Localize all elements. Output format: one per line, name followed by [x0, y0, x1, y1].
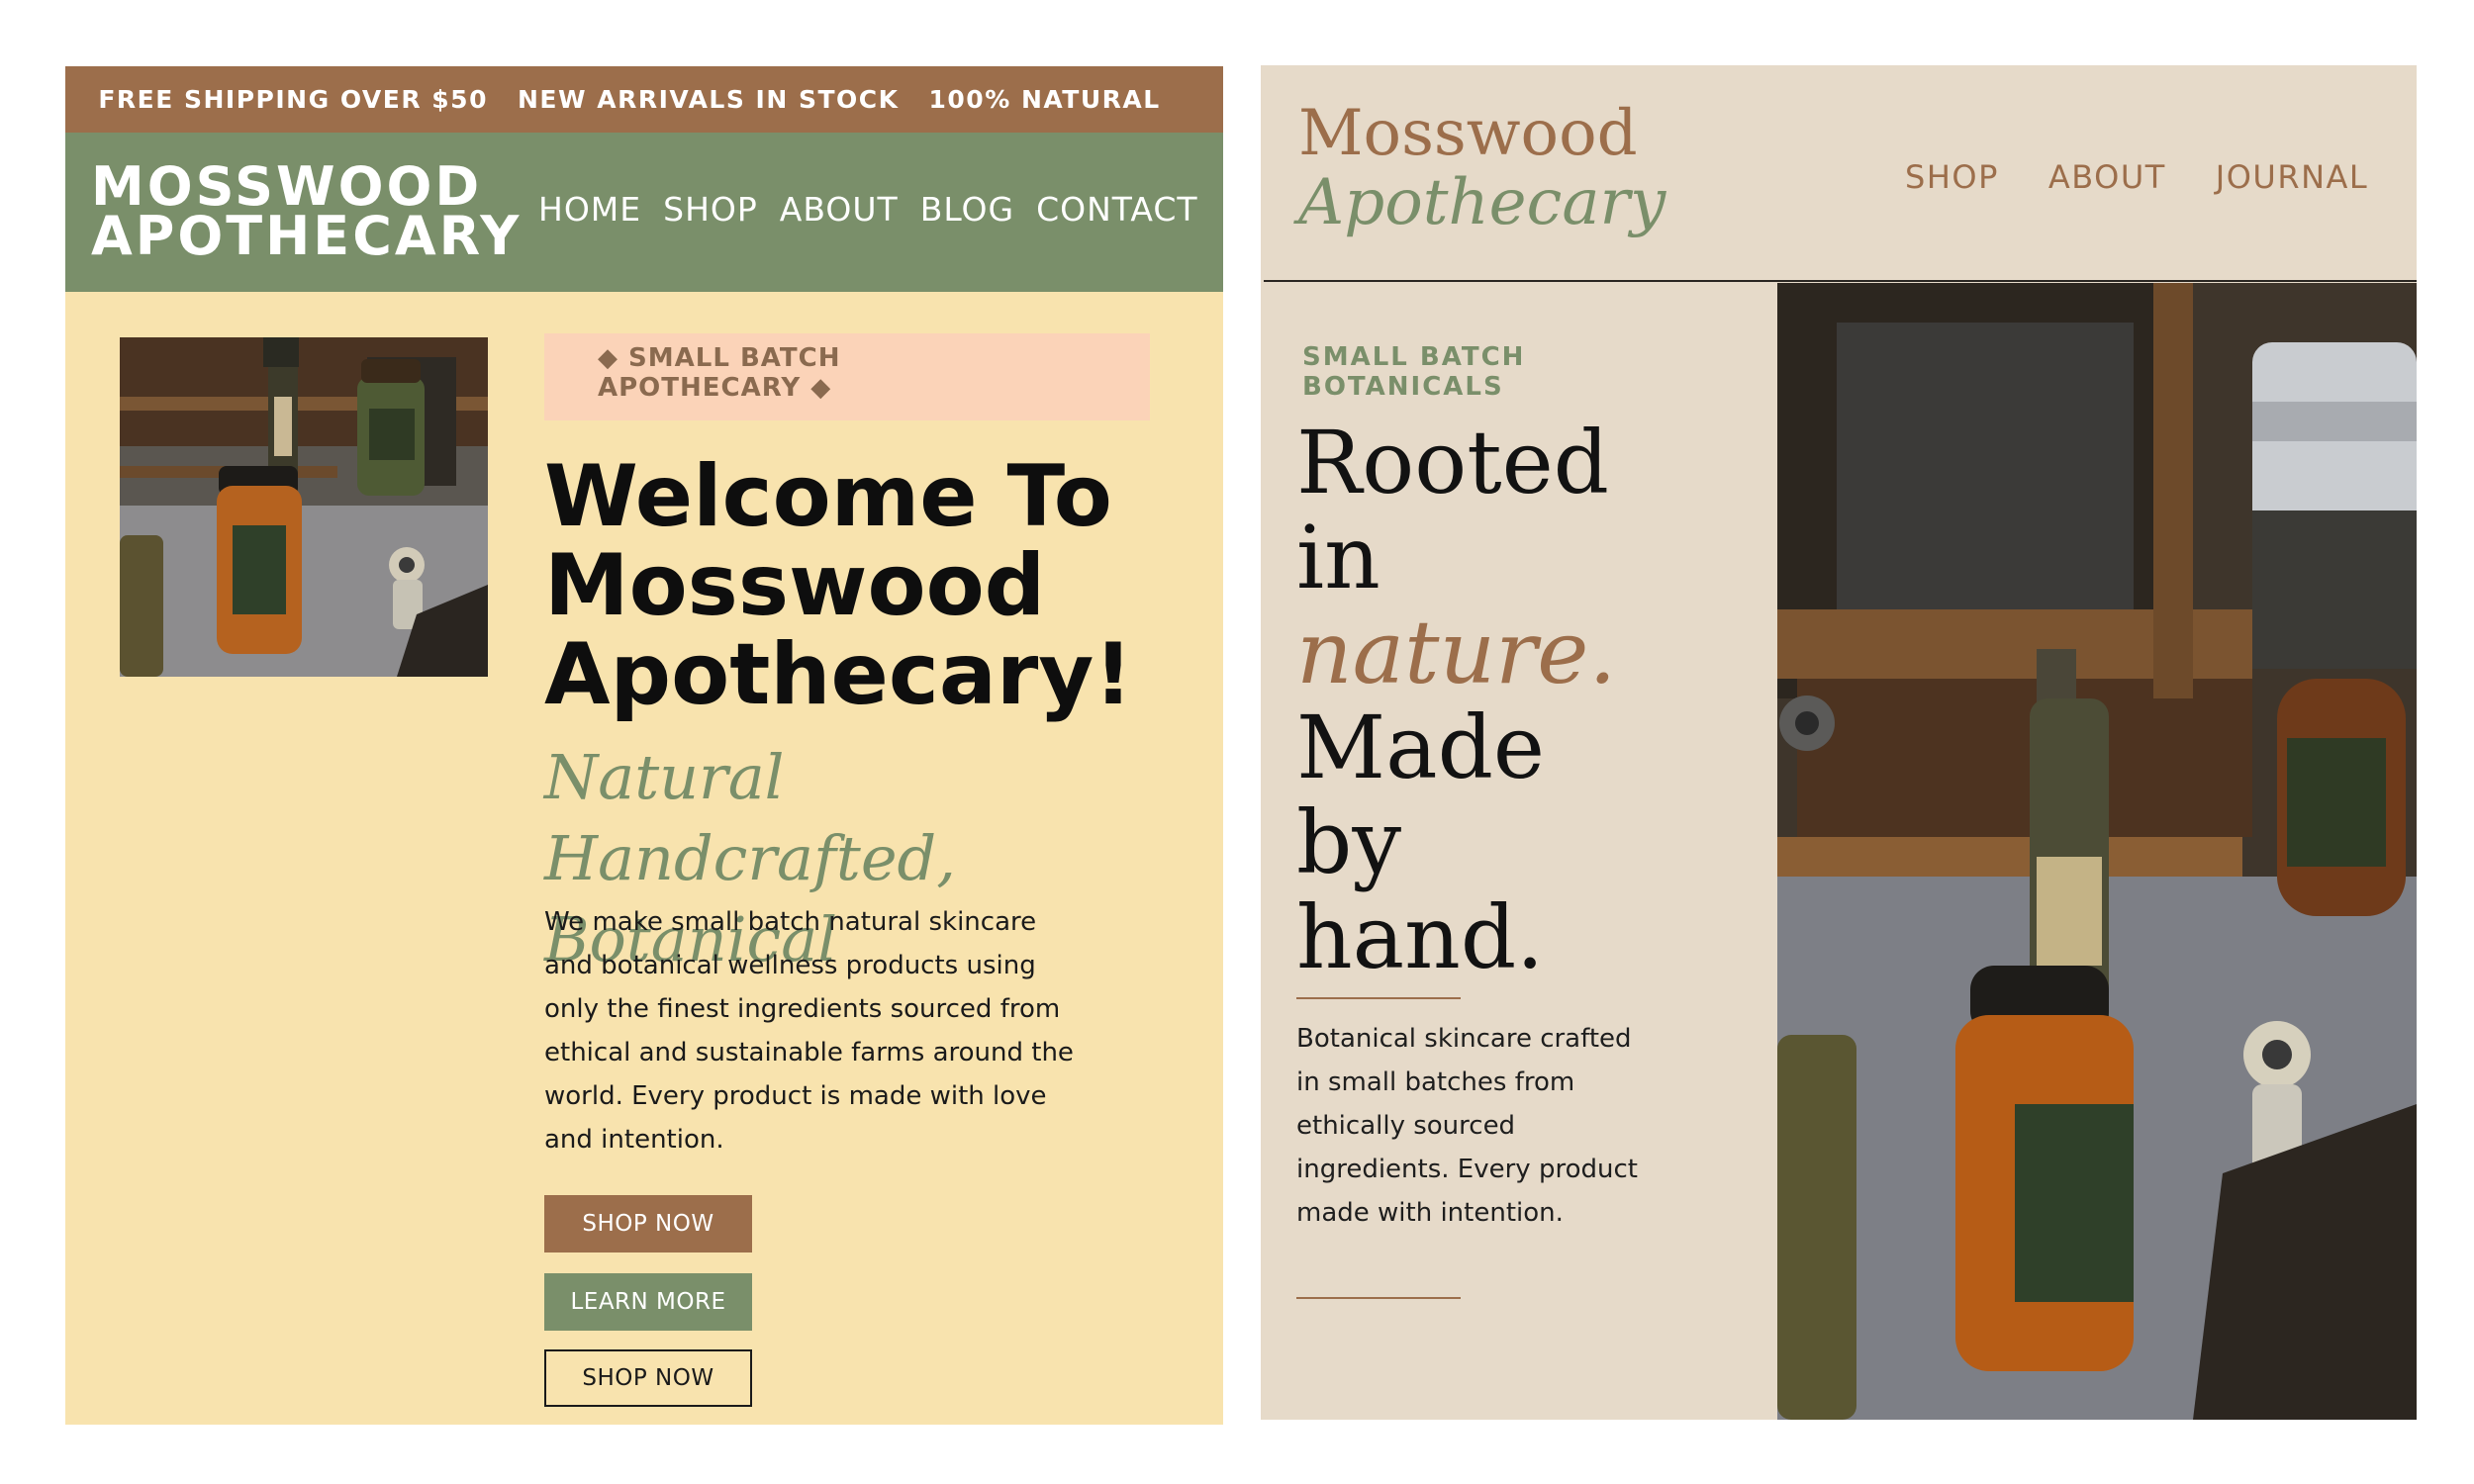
- nav-home[interactable]: HOME: [538, 190, 641, 229]
- product-photo: [120, 337, 488, 677]
- nav-blog[interactable]: BLOG: [920, 190, 1014, 229]
- accent-rule-bottom: [1296, 1297, 1461, 1299]
- right-hero-description: Botanical skincare crafted in small batc…: [1296, 1024, 1638, 1228]
- apothecary-bottles-image: [120, 337, 488, 677]
- right-hero-headline: Rooted in nature. Made by hand.: [1296, 412, 1617, 988]
- shop-now-button[interactable]: SHOP NOW: [544, 1195, 752, 1252]
- small-batch-botanicals-label: SMALL BATCH BOTANICALS: [1302, 342, 1526, 402]
- announcement-bar: FREE SHIPPING OVER $50 NEW ARRIVALS IN S…: [65, 66, 1223, 133]
- announcement-arrivals: NEW ARRIVALS IN STOCK: [517, 85, 900, 114]
- right-nav-journal[interactable]: JOURNAL: [2216, 158, 2368, 196]
- learn-more-button[interactable]: LEARN MORE: [544, 1273, 752, 1331]
- announcement-natural: 100% NATURAL: [928, 85, 1161, 114]
- shop-now-outline-button[interactable]: SHOP NOW: [544, 1349, 752, 1407]
- left-site-mockup: FREE SHIPPING OVER $50 NEW ARRIVALS IN S…: [65, 66, 1223, 1425]
- hero-photo: [1777, 283, 2417, 1420]
- hero-headline: Welcome To Mosswood Apothecary!: [544, 447, 1133, 724]
- site-logo[interactable]: MOSSWOOD APOTHECARY: [91, 160, 522, 263]
- apothecary-cabinet-image: [1777, 283, 2417, 1420]
- right-nav-shop[interactable]: SHOP: [1905, 158, 1999, 196]
- announcement-shipping: FREE SHIPPING OVER $50: [98, 85, 488, 114]
- nav-contact[interactable]: CONTACT: [1036, 190, 1198, 229]
- header-divider: [1264, 280, 2417, 282]
- right-nav-about[interactable]: ABOUT: [2048, 158, 2166, 196]
- nav-shop[interactable]: SHOP: [663, 190, 758, 229]
- main-nav: HOME SHOP ABOUT BLOG CONTACT: [538, 190, 1198, 229]
- small-batch-badge: ◆ SMALL BATCH APOTHECARY ◆: [544, 333, 1150, 420]
- accent-rule-top: [1296, 997, 1461, 999]
- hero-description: We make small batch natural skincare and…: [544, 907, 1074, 1155]
- right-logo-mosswood[interactable]: Mosswood: [1298, 99, 1638, 168]
- right-nav: SHOP ABOUT JOURNAL: [1905, 158, 2368, 196]
- nav-about[interactable]: ABOUT: [780, 190, 899, 229]
- right-logo-apothecary[interactable]: Apothecary: [1298, 168, 1665, 237]
